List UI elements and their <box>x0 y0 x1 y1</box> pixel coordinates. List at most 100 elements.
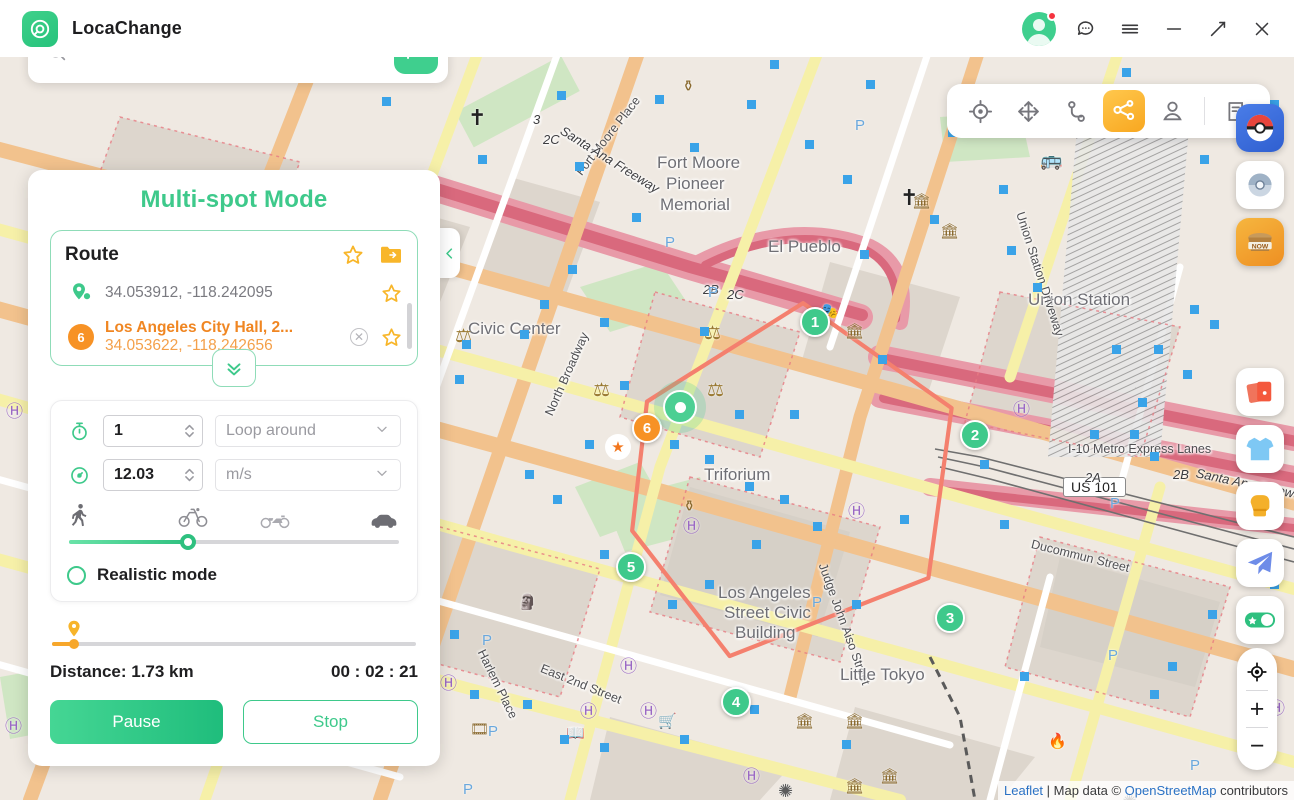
route-progress[interactable] <box>52 620 416 650</box>
stepper-arrows-icon[interactable] <box>183 422 196 440</box>
route-marker-4[interactable]: 4 <box>721 687 751 717</box>
map-blue-marker <box>878 355 887 364</box>
map-blue-marker <box>600 318 609 327</box>
map-blue-marker <box>450 630 459 639</box>
map-blue-marker <box>790 410 799 419</box>
map-blue-marker <box>575 162 584 171</box>
boxing-glove-icon[interactable] <box>1236 482 1284 530</box>
paper-plane-icon[interactable] <box>1236 539 1284 587</box>
star-icon[interactable] <box>380 282 403 305</box>
motorcycle-icon[interactable] <box>234 509 317 529</box>
route-settings: Loop around <box>50 400 418 602</box>
minimize-icon[interactable] <box>1160 15 1188 43</box>
teleport-mode-button[interactable] <box>959 90 1001 132</box>
route-meta: Distance: 1.73 km 00 : 02 : 21 <box>50 662 418 682</box>
tshirt-icon[interactable] <box>1236 425 1284 473</box>
map-blue-marker <box>462 340 471 349</box>
progress-knob[interactable] <box>68 639 79 649</box>
route-marker-3[interactable]: 3 <box>935 603 965 633</box>
loop-mode-select[interactable]: Loop around <box>215 415 401 447</box>
map-blue-marker <box>1122 68 1131 77</box>
map-blue-marker <box>866 80 875 89</box>
leaflet-link[interactable]: Leaflet <box>1004 783 1043 798</box>
now-basket-icon[interactable]: NOW <box>1236 218 1284 266</box>
map-blue-marker <box>600 743 609 752</box>
speed-slider[interactable] <box>69 533 399 551</box>
map-blue-marker <box>690 143 699 152</box>
route-actions: Pause Stop <box>50 700 418 744</box>
map-blue-marker <box>478 155 487 164</box>
bicycle-icon[interactable] <box>152 505 235 529</box>
realistic-mode-row[interactable]: Realistic mode <box>67 565 401 585</box>
map-blue-marker <box>813 522 822 531</box>
joystick-mode-button[interactable] <box>1007 90 1049 132</box>
current-position-marker[interactable] <box>663 390 697 424</box>
app-title: LocaChange <box>72 18 183 38</box>
map-blue-marker <box>560 735 569 744</box>
route-marker-5[interactable]: 5 <box>616 552 646 582</box>
map-blue-marker <box>1208 610 1217 619</box>
zoom-out-button[interactable]: − <box>1237 728 1277 764</box>
close-circle-icon[interactable]: ✕ <box>350 328 368 346</box>
waypoint-number: 6 <box>68 324 94 350</box>
elapsed-time: 00 : 02 : 21 <box>331 662 418 681</box>
map-blue-marker <box>668 600 677 609</box>
map-blue-marker <box>860 250 869 259</box>
zoom-in-button[interactable]: + <box>1237 691 1277 727</box>
route-list-scrollbar[interactable] <box>407 303 412 349</box>
pokeball-icon[interactable] <box>1236 104 1284 152</box>
speed-unit-select[interactable]: m/s <box>215 459 401 491</box>
map-blue-marker <box>843 175 852 184</box>
openstreetmap-link[interactable]: OpenStreetMap <box>1125 783 1217 798</box>
walk-icon[interactable] <box>69 503 152 529</box>
map-blue-marker <box>520 330 529 339</box>
location-pin-icon <box>65 281 97 305</box>
stop-button[interactable]: Stop <box>243 700 418 744</box>
speed-input[interactable] <box>114 466 183 484</box>
panel-collapse-toggle[interactable] <box>438 228 460 278</box>
chevron-double-down-icon[interactable] <box>212 349 256 387</box>
map-blue-marker <box>842 740 851 749</box>
realistic-mode-radio[interactable] <box>67 565 86 585</box>
star-icon[interactable] <box>380 326 403 349</box>
cards-icon[interactable] <box>1236 368 1284 416</box>
map-blue-marker <box>735 410 744 419</box>
rounds-input[interactable] <box>114 422 183 440</box>
origin-coordinates: 34.053912, -118.242095 <box>105 284 273 301</box>
starred-place-icon: ★ <box>605 434 631 460</box>
locate-me-icon[interactable] <box>1237 654 1277 690</box>
stepper-arrows-icon[interactable] <box>183 466 196 484</box>
toggle-switch-icon[interactable] <box>1236 596 1284 644</box>
two-spot-mode-button[interactable] <box>1055 90 1097 132</box>
pause-button[interactable]: Pause <box>50 700 223 744</box>
user-avatar-icon[interactable] <box>1022 10 1057 46</box>
multi-spot-mode-button[interactable] <box>1103 90 1145 132</box>
close-icon[interactable] <box>1248 15 1276 43</box>
speed-row: m/s <box>67 459 401 491</box>
message-bubble-icon[interactable] <box>1072 15 1100 43</box>
map-blue-marker <box>852 600 861 609</box>
rounds-stepper[interactable] <box>103 415 203 447</box>
route-marker-2[interactable]: 2 <box>960 420 990 450</box>
map-blue-marker <box>1183 370 1192 379</box>
window-titlebar: LocaChange <box>0 0 1294 57</box>
multi-spot-panel: Multi-spot Mode Route 34.053912, -118.24… <box>28 170 440 766</box>
pokemon-gps-icon[interactable] <box>1236 161 1284 209</box>
folder-import-icon[interactable] <box>379 244 403 266</box>
route-marker-6[interactable]: 6 <box>632 413 662 443</box>
attrib-suffix: contributors <box>1216 783 1288 798</box>
route-box: Route 34.053912, -118.242095 6 Los Angel… <box>50 230 418 387</box>
expand-icon[interactable] <box>1204 15 1232 43</box>
speed-stepper[interactable] <box>103 459 203 491</box>
car-icon[interactable] <box>317 511 400 529</box>
rounds-row: Loop around <box>67 415 401 447</box>
app-shortcut-rail: NOW <box>1236 104 1284 644</box>
map-blue-marker <box>525 470 534 479</box>
person-mode-button[interactable] <box>1151 90 1193 132</box>
route-marker-1[interactable]: 1 <box>800 307 830 337</box>
slider-knob[interactable] <box>179 534 196 550</box>
hamburger-menu-icon[interactable] <box>1116 15 1144 43</box>
map-blue-marker <box>568 265 577 274</box>
route-item-origin[interactable]: 34.053912, -118.242095 <box>65 281 403 305</box>
star-icon[interactable] <box>341 243 365 267</box>
